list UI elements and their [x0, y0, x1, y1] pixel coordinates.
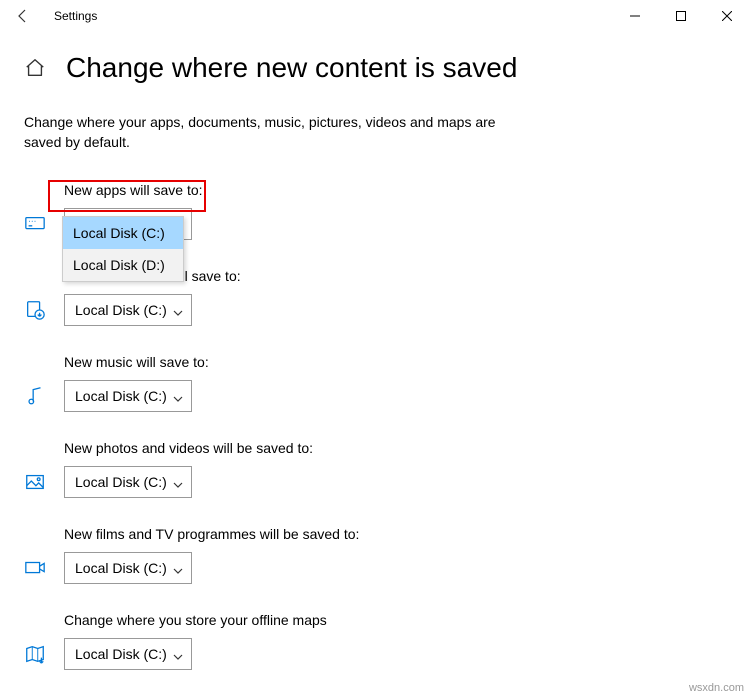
section-label: New films and TV programmes will be save… [64, 526, 726, 542]
page-description: Change where your apps, documents, music… [24, 112, 524, 152]
section-label: Change where you store your offline maps [64, 612, 726, 628]
chevron-down-icon [173, 305, 183, 315]
select-value: Local Disk (C:) [75, 302, 167, 318]
window-controls [612, 0, 750, 32]
films-location-select[interactable]: Local Disk (C:) [64, 552, 192, 584]
dropdown-option[interactable]: Local Disk (C:) [63, 217, 183, 249]
chevron-down-icon [173, 477, 183, 487]
photos-location-select[interactable]: Local Disk (C:) [64, 466, 192, 498]
chevron-down-icon [173, 391, 183, 401]
chevron-down-icon [173, 563, 183, 573]
back-button[interactable] [8, 1, 38, 31]
maps-location-select[interactable]: Local Disk (C:) [64, 638, 192, 670]
films-icon [24, 557, 64, 579]
maximize-button[interactable] [658, 0, 704, 32]
section-photos: New photos and videos will be saved to: … [24, 440, 726, 498]
dropdown-option[interactable]: Local Disk (D:) [63, 249, 183, 281]
section-label: New apps will save to: [64, 182, 726, 198]
select-value: Local Disk (C:) [75, 646, 167, 662]
content-area: Change where new content is saved Change… [0, 32, 750, 670]
apps-location-dropdown: Local Disk (C:) Local Disk (D:) [62, 216, 184, 282]
section-maps: Change where you store your offline maps… [24, 612, 726, 670]
section-films: New films and TV programmes will be save… [24, 526, 726, 584]
apps-icon [24, 213, 64, 235]
watermark: wsxdn.com [689, 682, 744, 694]
chevron-down-icon [173, 649, 183, 659]
photos-icon [24, 471, 64, 493]
home-icon[interactable] [24, 57, 46, 79]
section-label: New music will save to: [64, 354, 726, 370]
documents-location-select[interactable]: Local Disk (C:) [64, 294, 192, 326]
titlebar: Settings [0, 0, 750, 32]
window-title: Settings [54, 9, 97, 23]
maps-icon [24, 643, 64, 665]
close-button[interactable] [704, 0, 750, 32]
section-label: New photos and videos will be saved to: [64, 440, 726, 456]
page-title: Change where new content is saved [66, 52, 517, 84]
documents-icon [24, 299, 64, 321]
select-value: Local Disk (C:) [75, 560, 167, 576]
select-value: Local Disk (C:) [75, 474, 167, 490]
music-icon [24, 385, 64, 407]
section-music: New music will save to: Local Disk (C:) [24, 354, 726, 412]
music-location-select[interactable]: Local Disk (C:) [64, 380, 192, 412]
select-value: Local Disk (C:) [75, 388, 167, 404]
minimize-button[interactable] [612, 0, 658, 32]
